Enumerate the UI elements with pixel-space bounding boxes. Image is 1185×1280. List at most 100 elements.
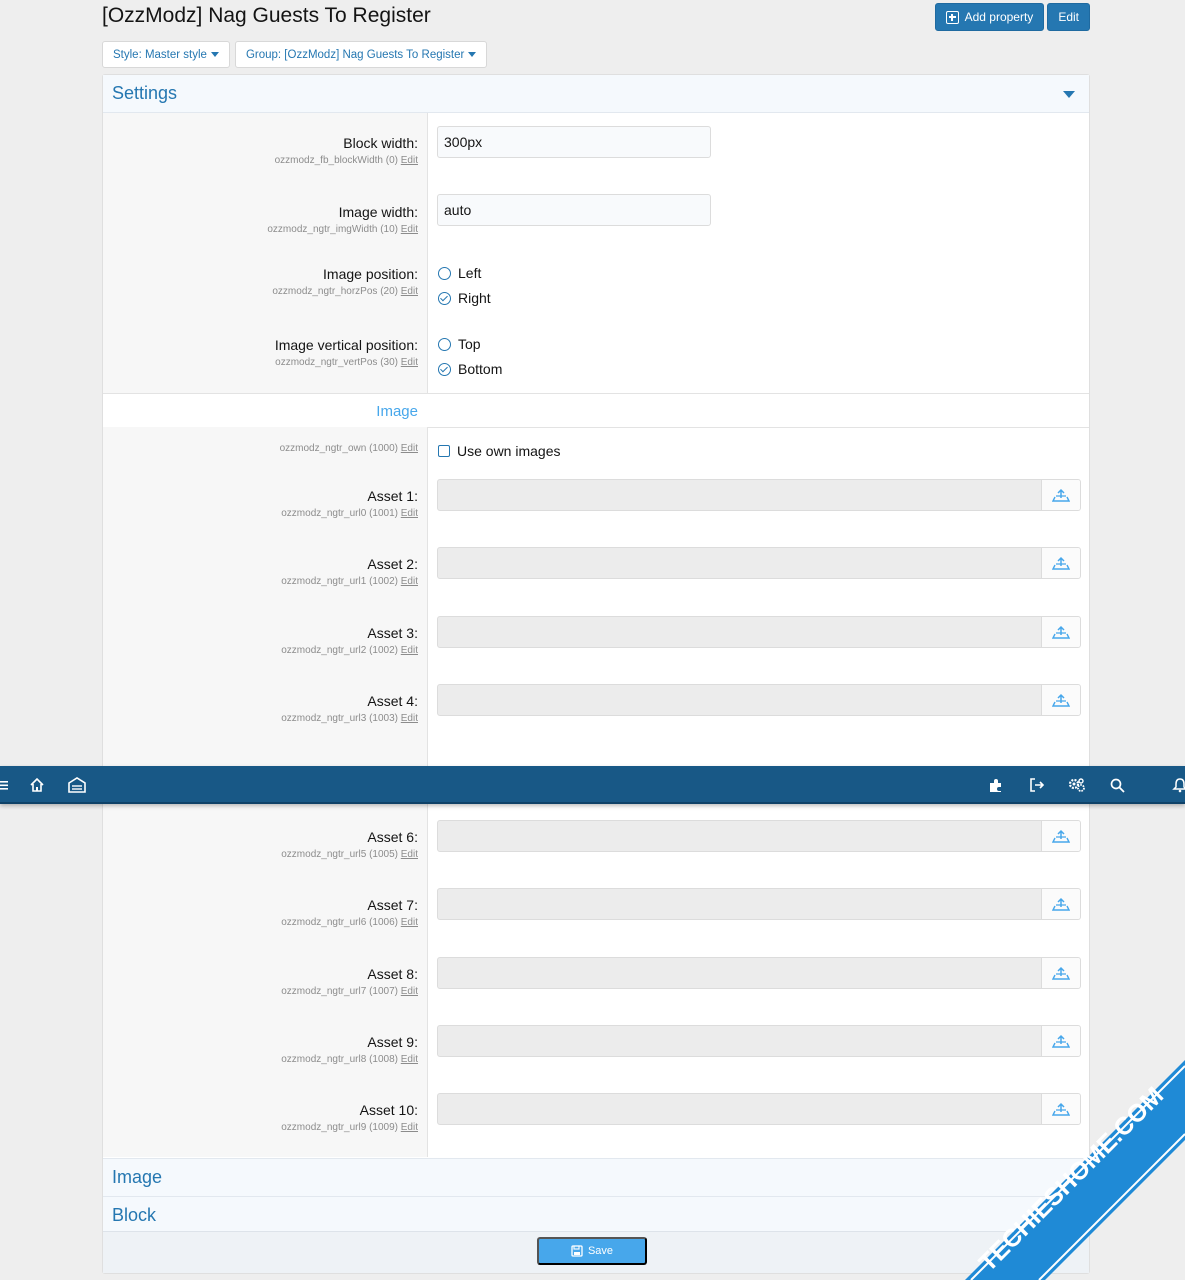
edit-button[interactable]: Edit: [1047, 3, 1090, 31]
radio-label: Top: [458, 336, 481, 352]
image-subheading: Image: [103, 393, 1089, 428]
block-width-hint: ozzmodz_fb_blockWidth (0) Edit: [275, 155, 418, 166]
caret-down-icon: [468, 52, 477, 57]
edit-link[interactable]: Edit: [401, 357, 418, 368]
edit-link[interactable]: Edit: [401, 443, 418, 454]
group-filter[interactable]: Group: [OzzModz] Nag Guests To Register: [234, 41, 488, 68]
settings-header[interactable]: Settings: [103, 75, 1089, 113]
image-position-hint: ozzmodz_ngtr_horzPos (20) Edit: [272, 286, 418, 297]
hint-text: ozzmodz_ngtr_imgWidth (10): [267, 224, 398, 235]
radio-unchecked-icon[interactable]: [438, 337, 451, 351]
save-label: Save: [587, 1245, 614, 1257]
radio-right[interactable]: Right: [438, 290, 491, 306]
save-button[interactable]: Save: [537, 1237, 647, 1265]
image-width-label: Image width:: [338, 204, 418, 220]
edit-link[interactable]: Edit: [401, 645, 418, 656]
plus-square-icon: [945, 10, 959, 24]
upload-button[interactable]: [1041, 548, 1080, 579]
upload-button[interactable]: [1041, 957, 1080, 988]
edit-link[interactable]: Edit: [401, 286, 418, 297]
radio-checked-icon[interactable]: [438, 362, 451, 376]
asset-label: Asset 9:: [367, 1033, 418, 1050]
radio-label: Bottom: [458, 361, 503, 377]
upload-button[interactable]: [1041, 480, 1080, 510]
settings-form: Block width: ozzmodz_fb_blockWidth (0) E…: [103, 113, 1089, 393]
radio-left[interactable]: Left: [438, 265, 481, 281]
image-position-label: Image position:: [323, 266, 418, 282]
upload-icon: [1052, 898, 1070, 911]
asset-row: Asset 8: ozzmodz_ngtr_url7 (1007) Edit: [103, 949, 1089, 1017]
edit-link[interactable]: Edit: [401, 917, 418, 928]
edit-link[interactable]: Edit: [401, 1122, 418, 1133]
asset-row: Asset 1: ozzmodz_ngtr_url0 (1001) Edit: [103, 471, 1089, 539]
menu-icon[interactable]: [0, 775, 14, 795]
asset-hint: ozzmodz_ngtr_url8 (1008) Edit: [281, 1054, 418, 1065]
hint-text: ozzmodz_ngtr_url5 (1005): [281, 849, 398, 860]
settings-icon[interactable]: [1067, 775, 1087, 795]
checkbox-icon[interactable]: [438, 445, 450, 457]
hint-text: ozzmodz_ngtr_vertPos (30): [275, 357, 398, 368]
asset-url-input[interactable]: [437, 683, 1081, 716]
block-width-input[interactable]: 300px: [437, 126, 711, 158]
style-filter-label: Style: Master style: [113, 48, 207, 61]
upload-icon: [1052, 625, 1070, 639]
warehouse-icon[interactable]: [67, 775, 87, 795]
asset-url-input[interactable]: [437, 888, 1081, 921]
upload-button[interactable]: [1041, 889, 1080, 920]
edit-link[interactable]: Edit: [401, 508, 418, 519]
edit-link[interactable]: Edit: [401, 986, 418, 997]
search-icon[interactable]: [1107, 775, 1127, 795]
radio-checked-icon[interactable]: [438, 291, 451, 305]
edit-link[interactable]: Edit: [401, 713, 418, 724]
hint-text: ozzmodz_ngtr_url7 (1007): [281, 985, 398, 997]
edit-link[interactable]: Edit: [401, 576, 418, 587]
edit-label: Edit: [1058, 10, 1079, 24]
logout-icon[interactable]: [1027, 775, 1047, 795]
sticky-navbar: [0, 766, 1185, 804]
watermark: TECHIESHOME.COM: [925, 1020, 1185, 1280]
edit-link[interactable]: Edit: [401, 155, 418, 166]
upload-button[interactable]: [1041, 616, 1080, 647]
collapse-toggle-icon[interactable]: [1063, 90, 1075, 98]
upload-icon: [1052, 557, 1070, 570]
home-icon[interactable]: [27, 775, 47, 795]
radio-unchecked-icon[interactable]: [438, 266, 451, 280]
add-property-button[interactable]: Add property: [934, 3, 1045, 31]
asset-url-input[interactable]: [437, 615, 1081, 648]
bell-icon[interactable]: [1170, 775, 1185, 795]
asset-row: Asset 3: ozzmodz_ngtr_url2 (1002) Edit: [103, 608, 1089, 676]
watermark-banner: TECHIESHOME.COM: [965, 1060, 1185, 1280]
asset-url-input[interactable]: [437, 820, 1081, 852]
radio-label: Left: [458, 265, 482, 281]
block-width-label: Block width:: [343, 135, 418, 151]
use-own-images-checkbox[interactable]: Use own images: [438, 443, 561, 459]
puzzle-icon[interactable]: [986, 775, 1006, 795]
asset-row: Asset 2: ozzmodz_ngtr_url1 (1002) Edit: [103, 539, 1089, 607]
filters: Style: Master style Group: [OzzModz] Nag…: [102, 41, 488, 68]
style-filter[interactable]: Style: Master style: [102, 41, 230, 68]
image-position-row: Image position: ozzmodz_ngtr_horzPos (20…: [103, 253, 1089, 323]
image-width-input[interactable]: auto: [437, 194, 711, 226]
asset-hint: ozzmodz_ngtr_url6 (1006) Edit: [281, 917, 418, 928]
asset-url-input[interactable]: [437, 479, 1081, 511]
asset-row: Asset 6: ozzmodz_ngtr_url5 (1005) Edit: [103, 812, 1089, 880]
edit-link[interactable]: Edit: [401, 1054, 418, 1065]
image-vertical-position-label: Image vertical position:: [274, 337, 418, 353]
top-actions: Add property Edit: [934, 3, 1090, 31]
asset-hint: ozzmodz_ngtr_url5 (1005) Edit: [281, 849, 418, 860]
edit-link[interactable]: Edit: [401, 849, 418, 860]
edit-link[interactable]: Edit: [401, 224, 418, 235]
asset-url-input[interactable]: [437, 956, 1081, 989]
hint-text: ozzmodz_ngtr_own (1000): [279, 443, 398, 454]
asset-hint: ozzmodz_ngtr_url0 (1001) Edit: [281, 508, 418, 519]
add-property-label: Add property: [964, 10, 1034, 24]
asset-url-input[interactable]: [437, 547, 1081, 580]
radio-bottom[interactable]: Bottom: [438, 361, 502, 377]
image-vertical-position-row: Image vertical position: ozzmodz_ngtr_ve…: [103, 324, 1089, 394]
upload-button[interactable]: [1041, 821, 1080, 851]
hint-text: ozzmodz_ngtr_url1 (1002): [281, 576, 398, 588]
asset-hint: ozzmodz_ngtr_url3 (1003) Edit: [281, 713, 418, 724]
radio-top[interactable]: Top: [438, 336, 481, 352]
upload-button[interactable]: [1041, 684, 1080, 715]
image-vertical-position-hint: ozzmodz_ngtr_vertPos (30) Edit: [275, 357, 418, 368]
